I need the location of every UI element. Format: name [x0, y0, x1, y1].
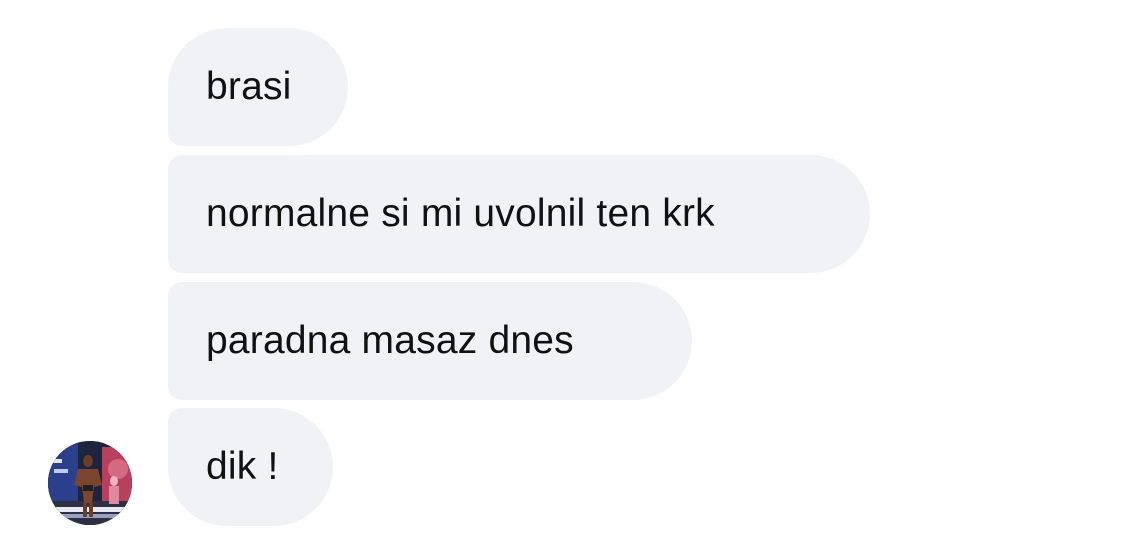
message-text: dik ! [206, 445, 279, 488]
message-thread: brasi normalne si mi uvolnil ten krk par… [0, 0, 1132, 559]
message-bubble[interactable]: normalne si mi uvolnil ten krk [168, 155, 870, 273]
avatar[interactable] [48, 441, 132, 525]
message-bubble[interactable]: paradna masaz dnes [168, 282, 692, 400]
avatar-photo-icon [48, 441, 132, 525]
message-text: normalne si mi uvolnil ten krk [206, 192, 715, 235]
message-bubble[interactable]: dik ! [168, 408, 333, 526]
message-bubble[interactable]: brasi [168, 28, 348, 146]
message-text: paradna masaz dnes [206, 319, 574, 362]
message-text: brasi [206, 65, 292, 108]
